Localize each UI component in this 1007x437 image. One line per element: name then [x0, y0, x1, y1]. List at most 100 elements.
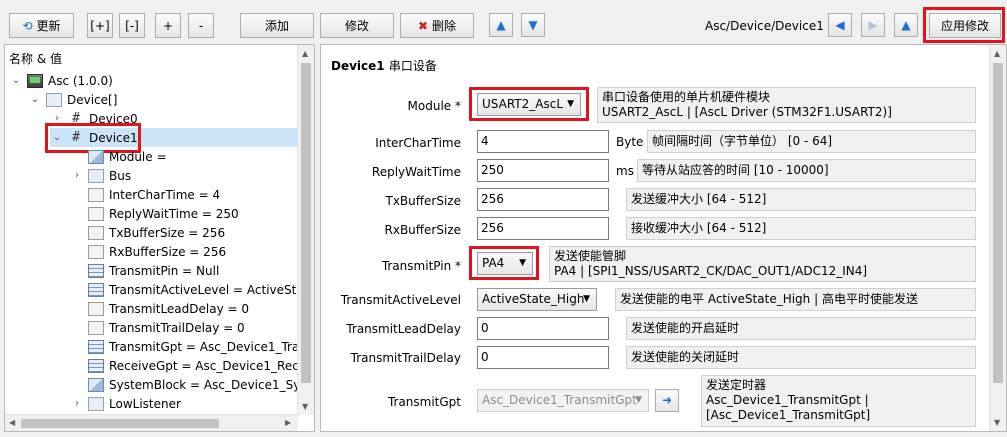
transmitgpt-select[interactable]: Asc_Device1_TransmitGpt ▼: [477, 389, 649, 412]
arrow-right-icon: ➜: [661, 393, 673, 407]
arrow-up-icon: ▲: [496, 18, 506, 32]
module-description: 串口设备使用的单片机硬件模块 USART2_AscL | [AscL Drive…: [597, 87, 976, 123]
txbuffersize-label: TxBufferSize: [385, 194, 462, 208]
transmitpin-description: 发送使能管脚 PA4 | [SPI1_NSS/USART2_CK/DAC_OUT…: [549, 246, 976, 282]
scrollbar-thumb[interactable]: [301, 63, 311, 383]
reference-icon: [88, 149, 104, 164]
tree-panel: 名称 & 值 ⌄ Asc (1.0.0) ⌄ Device[] › # Devi…: [4, 44, 315, 432]
replywaittime-unit: ms: [616, 164, 634, 178]
scroll-left-icon[interactable]: ◀: [9, 418, 15, 427]
replywaittime-description: 等待从站应答的时间 [10 - 10000]: [637, 159, 976, 182]
properties-panel: Device1 串口设备 Module * USART2_AscL ▼ 串口设备使…: [320, 44, 1007, 432]
enum-icon: [88, 339, 104, 354]
transmittraildelay-input[interactable]: 0: [477, 346, 609, 369]
interchartime-unit: Byte: [616, 135, 644, 149]
transmitgpt-label: TransmitGpt: [387, 395, 461, 409]
chevron-down-icon[interactable]: ⌄: [9, 75, 23, 86]
panel-title: Device1 串口设备: [331, 59, 437, 73]
scrollbar-thumb[interactable]: [21, 419, 219, 428]
field-icon: [88, 244, 104, 259]
transmitleaddelay-input[interactable]: 0: [477, 317, 609, 340]
tree-node-lowlistener[interactable]: › LowListener: [70, 394, 181, 413]
field-icon: [88, 320, 104, 335]
transmitactivelevel-description: 发送使能的电平 ActiveState_High | 高电平时使能发送: [615, 288, 976, 311]
folder-icon: [88, 168, 104, 183]
tree-node-device-list[interactable]: ⌄ Device[]: [28, 90, 117, 109]
tree-node-interchartime[interactable]: InterCharTime = 4: [88, 185, 220, 204]
forward-button[interactable]: ▶: [861, 13, 885, 37]
interchartime-input[interactable]: 4: [477, 130, 609, 153]
tree-node-replywaittime[interactable]: ReplyWaitTime = 250: [88, 204, 239, 223]
parent-button[interactable]: ▲: [894, 13, 918, 37]
txbuffersize-description: 发送缓冲大小 [64 - 512]: [626, 188, 976, 211]
replywaittime-input[interactable]: 250: [477, 159, 609, 182]
transmitactivelevel-select[interactable]: ActiveState_High ▼: [477, 288, 597, 311]
collapse-all-button[interactable]: [-]: [119, 13, 145, 38]
tree-vertical-scrollbar[interactable]: ▲ ▼: [297, 45, 314, 415]
breadcrumb-path: Asc/Device/Device1: [705, 19, 824, 33]
dropdown-arrow-icon: ▼: [519, 258, 526, 268]
module-label: Module *: [407, 99, 461, 113]
scroll-down-icon[interactable]: ▼: [302, 402, 308, 411]
expand-button[interactable]: +: [155, 13, 181, 38]
scroll-up-icon[interactable]: ▲: [302, 49, 308, 58]
tree-node-systemblock[interactable]: SystemBlock = Asc_Device1_Syst: [88, 375, 311, 394]
tree-node-device0[interactable]: › # Device0: [50, 109, 138, 128]
toolbar: ⟲ 更新 [+] [-] + - 添加 修改 ✖ 删除 ▲ ▼ Asc/Devi…: [0, 0, 1007, 44]
tree-node-transmittraildelay[interactable]: TransmitTrailDelay = 0: [88, 318, 245, 337]
interchartime-description: 帧间隔时间（字节单位） [0 - 64]: [647, 130, 976, 153]
rxbuffersize-input[interactable]: 256: [477, 217, 609, 240]
tree-node-asc[interactable]: ⌄ Asc (1.0.0): [9, 71, 113, 90]
dropdown-arrow-icon: ▼: [567, 99, 574, 109]
delete-x-icon: ✖: [417, 18, 429, 33]
tree-node-transmitactivelevel[interactable]: TransmitActiveLevel = ActiveState: [88, 280, 314, 299]
module-select[interactable]: USART2_AscL ▼: [477, 93, 581, 116]
tree-node-transmitgpt[interactable]: TransmitGpt = Asc_Device1_Tran: [88, 337, 307, 356]
tree-node-transmitleaddelay[interactable]: TransmitLeadDelay = 0: [88, 299, 249, 318]
apply-changes-button[interactable]: 应用修改: [929, 13, 1001, 38]
scroll-right-icon[interactable]: ▶: [285, 418, 291, 427]
field-icon: [88, 187, 104, 202]
transmitleaddelay-label: TransmitLeadDelay: [346, 322, 461, 336]
chevron-down-icon[interactable]: ⌄: [28, 94, 42, 105]
folder-icon: [46, 92, 62, 107]
scrollbar-thumb[interactable]: [993, 63, 1003, 383]
goto-reference-button[interactable]: ➜: [655, 389, 679, 412]
tree-node-bus[interactable]: › Bus: [70, 166, 131, 185]
tree-node-device1[interactable]: ⌄ # Device1: [50, 128, 298, 147]
collapse-button[interactable]: -: [188, 13, 214, 38]
move-up-button[interactable]: ▲: [489, 13, 513, 37]
tree-header: 名称 & 值: [9, 52, 62, 66]
txbuffersize-input[interactable]: 256: [477, 188, 609, 211]
reference-icon: [88, 377, 104, 392]
refresh-icon: ⟲: [22, 18, 33, 33]
chevron-right-icon[interactable]: ›: [70, 170, 84, 181]
edit-button[interactable]: 修改: [320, 13, 394, 38]
move-down-button[interactable]: ▼: [521, 13, 545, 37]
properties-vertical-scrollbar[interactable]: ▲ ▼: [989, 45, 1006, 431]
chevron-right-icon[interactable]: ›: [70, 398, 84, 409]
tree-node-transmitpin[interactable]: TransmitPin = Null: [88, 261, 219, 280]
field-icon: [88, 301, 104, 316]
interchartime-label: InterCharTime: [375, 136, 461, 150]
replywaittime-label: ReplyWaitTime: [371, 165, 461, 179]
tree-horizontal-scrollbar[interactable]: ◀ ▶: [5, 414, 298, 431]
transmitpin-label: TransmitPin *: [381, 259, 461, 273]
expand-all-button[interactable]: [+]: [87, 13, 113, 38]
tree-node-module[interactable]: Module =: [88, 147, 167, 166]
rxbuffersize-description: 接收缓冲大小 [64 - 512]: [626, 217, 976, 240]
delete-button[interactable]: ✖ 删除: [400, 13, 474, 38]
scroll-down-icon[interactable]: ▼: [994, 418, 1000, 427]
back-button[interactable]: ◀: [828, 13, 852, 37]
chevron-right-icon[interactable]: ›: [50, 113, 64, 124]
transmitpin-select[interactable]: PA4 ▼: [477, 252, 533, 275]
dropdown-arrow-icon: ▼: [583, 294, 590, 304]
add-button[interactable]: 添加: [240, 13, 314, 38]
chevron-down-icon[interactable]: ⌄: [50, 132, 64, 143]
tree-node-receivegpt[interactable]: ReceiveGpt = Asc_Device1_Recei: [88, 356, 310, 375]
tree-node-txbuffersize[interactable]: TxBufferSize = 256: [88, 223, 225, 242]
refresh-button[interactable]: ⟲ 更新: [9, 13, 74, 38]
scroll-up-icon[interactable]: ▲: [994, 49, 1000, 58]
tree-node-rxbuffersize[interactable]: RxBufferSize = 256: [88, 242, 226, 261]
arrow-down-icon: ▼: [528, 18, 538, 32]
